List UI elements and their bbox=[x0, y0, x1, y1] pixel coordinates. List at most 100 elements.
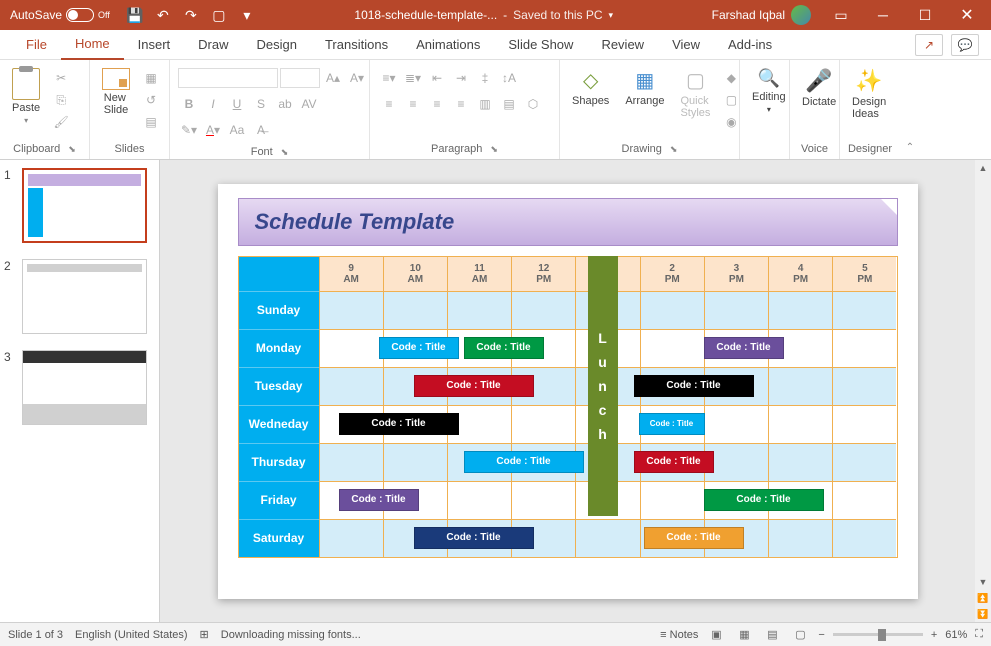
fit-window-icon[interactable]: ⛶ bbox=[975, 628, 983, 641]
design-ideas-button[interactable]: ✨Design Ideas bbox=[846, 64, 892, 124]
schedule-block[interactable]: Code : Title bbox=[639, 413, 705, 435]
tab-transitions[interactable]: Transitions bbox=[311, 30, 402, 60]
increase-font-icon[interactable]: A▴ bbox=[322, 68, 344, 88]
arrange-button[interactable]: ▦Arrange bbox=[619, 64, 670, 111]
smart-art-icon[interactable]: ⬡ bbox=[522, 94, 544, 114]
decrease-font-icon[interactable]: A▾ bbox=[346, 68, 368, 88]
lunch-block[interactable]: Lunch bbox=[588, 256, 618, 516]
italic-icon[interactable]: I bbox=[202, 94, 224, 114]
scroll-down-icon[interactable]: ▼ bbox=[975, 574, 991, 590]
schedule-table[interactable]: 9AM 10AM 11AM 12PM 1PM 2PM 3PM 4PM 5PM S… bbox=[238, 256, 898, 558]
redo-icon[interactable]: ↷ bbox=[180, 4, 202, 26]
thumbnail-2[interactable]: 2 bbox=[4, 259, 155, 334]
tab-animations[interactable]: Animations bbox=[402, 30, 494, 60]
thumbnail-1[interactable]: 1 bbox=[4, 168, 155, 243]
tab-home[interactable]: Home bbox=[61, 30, 124, 60]
slide-canvas[interactable]: Schedule Template 9AM 10AM 11AM 12PM 1PM… bbox=[160, 160, 975, 622]
tab-addins[interactable]: Add-ins bbox=[714, 30, 786, 60]
highlight-icon[interactable]: ✎▾ bbox=[178, 120, 200, 140]
justify-icon[interactable]: ≡ bbox=[450, 94, 472, 114]
tab-insert[interactable]: Insert bbox=[124, 30, 185, 60]
editing-button[interactable]: 🔍Editing▾ bbox=[746, 64, 792, 118]
cut-icon[interactable]: ✂ bbox=[50, 68, 72, 88]
shadow-icon[interactable]: ab bbox=[274, 94, 296, 114]
zoom-out-icon[interactable]: − bbox=[818, 629, 824, 641]
schedule-block[interactable]: Code : Title bbox=[339, 489, 419, 511]
copy-icon[interactable]: ⎘ bbox=[50, 90, 72, 110]
align-center-icon[interactable]: ≡ bbox=[402, 94, 424, 114]
minimize-icon[interactable]: ─ bbox=[863, 0, 903, 30]
strike-icon[interactable]: S bbox=[250, 94, 272, 114]
launcher-icon[interactable]: ⬊ bbox=[68, 144, 76, 155]
zoom-slider[interactable] bbox=[833, 633, 923, 636]
schedule-block[interactable]: Code : Title bbox=[704, 337, 784, 359]
zoom-in-icon[interactable]: + bbox=[931, 629, 937, 641]
change-case-icon[interactable]: Aa bbox=[226, 120, 248, 140]
more-icon[interactable]: ▾ bbox=[236, 4, 258, 26]
align-left-icon[interactable]: ≡ bbox=[378, 94, 400, 114]
launcher-icon[interactable]: ⬊ bbox=[281, 147, 289, 158]
new-slide-button[interactable]: New Slide bbox=[96, 64, 136, 120]
dictate-button[interactable]: 🎤Dictate bbox=[796, 64, 842, 112]
columns-icon[interactable]: ▥ bbox=[474, 94, 496, 114]
schedule-block[interactable]: Code : Title bbox=[339, 413, 459, 435]
language-status[interactable]: English (United States) bbox=[75, 629, 188, 641]
reset-icon[interactable]: ↺ bbox=[140, 90, 162, 110]
text-dir-icon[interactable]: ↕A bbox=[498, 68, 520, 88]
font-color-icon[interactable]: A▾ bbox=[202, 120, 224, 140]
vertical-scrollbar[interactable]: ▲ ▼ ⏫ ⏬ bbox=[975, 160, 991, 622]
layout-icon[interactable]: ▦ bbox=[140, 68, 162, 88]
tab-slideshow[interactable]: Slide Show bbox=[494, 30, 587, 60]
quick-styles-button[interactable]: ▢Quick Styles bbox=[674, 64, 716, 123]
schedule-block[interactable]: Code : Title bbox=[414, 527, 534, 549]
prev-slide-icon[interactable]: ⏫ bbox=[975, 590, 991, 606]
accessibility-icon[interactable]: ⊞ bbox=[200, 628, 209, 641]
tab-review[interactable]: Review bbox=[587, 30, 658, 60]
undo-icon[interactable]: ↶ bbox=[152, 4, 174, 26]
numbering-icon[interactable]: ≣▾ bbox=[402, 68, 424, 88]
align-text-icon[interactable]: ▤ bbox=[498, 94, 520, 114]
line-spacing-icon[interactable]: ‡ bbox=[474, 68, 496, 88]
slideshow-view-icon[interactable]: ▢ bbox=[790, 627, 810, 643]
slide-title[interactable]: Schedule Template bbox=[238, 198, 898, 246]
schedule-block[interactable]: Code : Title bbox=[634, 451, 714, 473]
tab-design[interactable]: Design bbox=[243, 30, 311, 60]
paste-button[interactable]: Paste ▾ bbox=[6, 64, 46, 129]
account-info[interactable]: Farshad Iqbal bbox=[702, 5, 821, 25]
format-painter-icon[interactable]: 🖌 bbox=[50, 112, 72, 132]
ribbon-options-icon[interactable]: ▭ bbox=[821, 0, 861, 30]
slideshow-icon[interactable]: ▢ bbox=[208, 4, 230, 26]
schedule-block[interactable]: Code : Title bbox=[704, 489, 824, 511]
schedule-block[interactable]: Code : Title bbox=[464, 451, 584, 473]
tab-draw[interactable]: Draw bbox=[184, 30, 242, 60]
tab-view[interactable]: View bbox=[658, 30, 714, 60]
schedule-block[interactable]: Code : Title bbox=[379, 337, 459, 359]
thumbnail-3[interactable]: 3 bbox=[4, 350, 155, 425]
reading-view-icon[interactable]: ▤ bbox=[762, 627, 782, 643]
maximize-icon[interactable]: ☐ bbox=[905, 0, 945, 30]
normal-view-icon[interactable]: ▣ bbox=[706, 627, 726, 643]
schedule-block[interactable]: Code : Title bbox=[464, 337, 544, 359]
tab-file[interactable]: File bbox=[12, 30, 61, 60]
save-icon[interactable]: 💾 bbox=[124, 4, 146, 26]
zoom-level[interactable]: 61% bbox=[945, 629, 967, 641]
share-icon[interactable]: ↗ bbox=[915, 34, 943, 56]
font-name-select[interactable] bbox=[178, 68, 278, 88]
schedule-block[interactable]: Code : Title bbox=[634, 375, 754, 397]
section-icon[interactable]: ▤ bbox=[140, 112, 162, 132]
align-right-icon[interactable]: ≡ bbox=[426, 94, 448, 114]
launcher-icon[interactable]: ⬊ bbox=[670, 144, 678, 155]
scroll-up-icon[interactable]: ▲ bbox=[975, 160, 991, 176]
clear-format-icon[interactable]: A̶ bbox=[250, 120, 272, 140]
underline-icon[interactable]: U bbox=[226, 94, 248, 114]
schedule-block[interactable]: Code : Title bbox=[414, 375, 534, 397]
sorter-view-icon[interactable]: ▦ bbox=[734, 627, 754, 643]
close-icon[interactable]: ✕ bbox=[947, 0, 987, 30]
launcher-icon[interactable]: ⬊ bbox=[490, 144, 498, 155]
notes-button[interactable]: ≡ Notes bbox=[660, 629, 698, 641]
shapes-button[interactable]: ◇Shapes bbox=[566, 64, 615, 111]
indent-inc-icon[interactable]: ⇥ bbox=[450, 68, 472, 88]
font-size-select[interactable] bbox=[280, 68, 320, 88]
bold-icon[interactable]: B bbox=[178, 94, 200, 114]
spacing-icon[interactable]: AV bbox=[298, 94, 320, 114]
